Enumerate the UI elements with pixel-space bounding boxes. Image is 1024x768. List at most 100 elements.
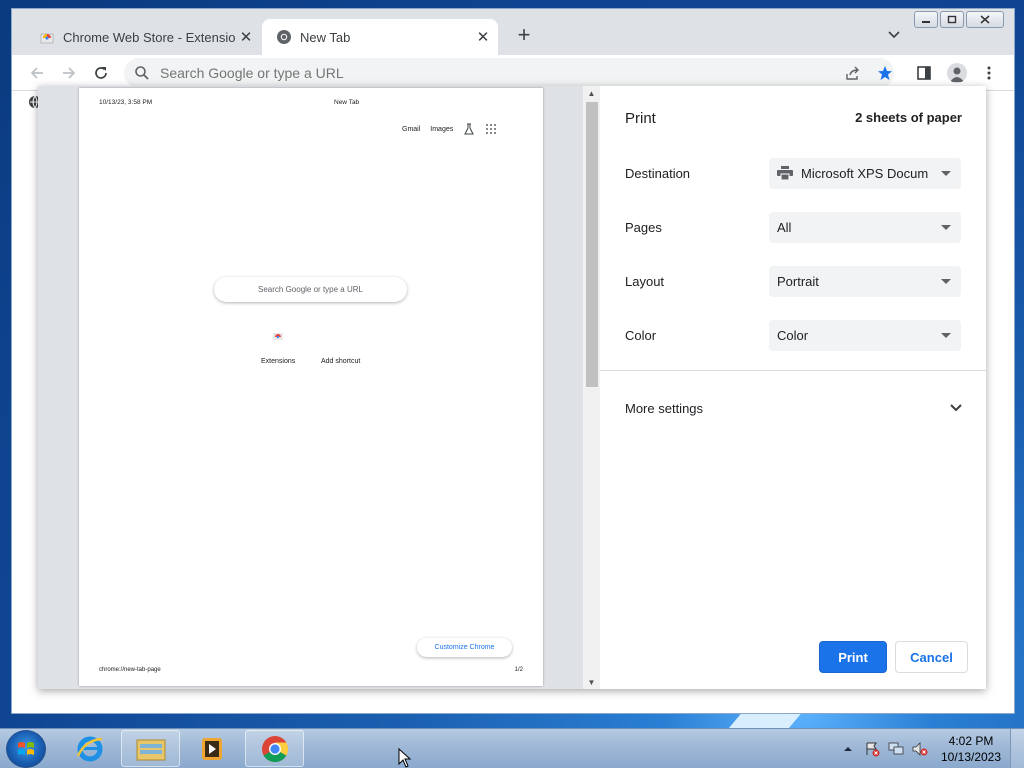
dropdown-arrow-icon bbox=[941, 278, 951, 284]
tab-new-tab[interactable]: New Tab ✕ bbox=[262, 19, 498, 55]
taskbar-media-player[interactable] bbox=[182, 730, 241, 767]
dropdown-arrow-icon bbox=[941, 332, 951, 338]
page-header-title: New Tab bbox=[334, 99, 360, 106]
mouse-cursor-icon bbox=[398, 748, 412, 768]
scroll-down-icon[interactable]: ▼ bbox=[583, 675, 600, 689]
minimize-button[interactable] bbox=[914, 11, 938, 28]
destination-label: Destination bbox=[625, 165, 691, 181]
color-value: Color bbox=[777, 327, 809, 343]
settings-divider bbox=[600, 370, 986, 371]
labs-flask-icon bbox=[464, 123, 475, 135]
media-player-icon bbox=[201, 737, 222, 760]
clock-date: 10/13/2023 bbox=[940, 750, 1002, 764]
windows-logo-icon bbox=[18, 742, 34, 755]
pages-label: Pages bbox=[625, 219, 662, 235]
extensions-shortcut-icon bbox=[273, 333, 283, 340]
layout-label: Layout bbox=[625, 273, 665, 289]
start-button[interactable] bbox=[6, 730, 46, 768]
add-shortcut-label: Add shortcut bbox=[321, 358, 361, 365]
taskbar-internet-explorer[interactable] bbox=[60, 730, 119, 767]
omnibox-input[interactable] bbox=[160, 65, 894, 81]
layout-value: Portrait bbox=[777, 273, 819, 289]
destination-row: Destination Microsoft XPS Docum bbox=[625, 157, 961, 189]
print-button[interactable]: Print bbox=[819, 641, 887, 673]
taskbar-file-explorer[interactable] bbox=[121, 730, 180, 767]
search-icon bbox=[135, 66, 149, 80]
gmail-link: Gmail bbox=[402, 125, 421, 133]
tab-title: Chrome Web Store - Extensions bbox=[63, 29, 235, 45]
maximize-button[interactable] bbox=[940, 11, 964, 28]
extensions-shortcut-label: Extensions bbox=[261, 358, 296, 365]
tab-strip: Chrome Web Store - Extensions ✕ New Tab … bbox=[12, 9, 1014, 55]
preview-top-links: Gmail Images bbox=[402, 123, 497, 135]
pages-value: All bbox=[777, 219, 792, 235]
layout-select[interactable]: Portrait bbox=[769, 265, 961, 297]
side-panel-button[interactable] bbox=[912, 61, 936, 85]
pages-select[interactable]: All bbox=[769, 211, 961, 243]
volume-muted-icon[interactable] bbox=[912, 741, 928, 757]
internet-explorer-icon bbox=[76, 736, 102, 761]
layout-row: Layout Portrait bbox=[625, 265, 961, 297]
window-controls bbox=[914, 11, 1004, 28]
preview-search-box: Search Google or type a URL bbox=[214, 277, 407, 302]
network-icon[interactable] bbox=[888, 741, 904, 757]
more-settings-toggle[interactable]: More settings bbox=[625, 398, 962, 418]
customize-chrome-label: Customize Chrome bbox=[417, 638, 512, 657]
bookmark-button[interactable] bbox=[873, 61, 897, 85]
share-icon bbox=[846, 66, 859, 80]
windows-taskbar: 4:02 PM 10/13/2023 bbox=[0, 728, 1024, 768]
forward-arrow-icon bbox=[63, 67, 76, 79]
restore-icon bbox=[947, 15, 957, 24]
taskbar-clock[interactable]: 4:02 PM 10/13/2023 bbox=[932, 733, 1010, 765]
destination-select[interactable]: Microsoft XPS Docum bbox=[769, 157, 961, 189]
taskbar-chrome[interactable] bbox=[245, 730, 304, 767]
clock-time: 4:02 PM bbox=[948, 734, 994, 748]
avatar bbox=[947, 63, 967, 83]
show-hidden-icons-icon[interactable] bbox=[840, 741, 856, 757]
print-dialog: 10/13/23, 3:58 PM New Tab Gmail Images S… bbox=[38, 86, 986, 689]
chrome-icon bbox=[261, 735, 288, 762]
page-footer-number: 1/2 bbox=[514, 667, 523, 673]
color-label: Color bbox=[625, 327, 657, 343]
destination-value: Microsoft XPS Docum bbox=[801, 165, 929, 181]
tab-title: New Tab bbox=[300, 29, 351, 45]
reload-button[interactable] bbox=[89, 61, 113, 85]
omnibox[interactable] bbox=[124, 58, 894, 88]
profile-button[interactable] bbox=[945, 61, 969, 85]
back-button[interactable] bbox=[25, 61, 49, 85]
preview-scrollbar[interactable]: ▲ ▼ bbox=[583, 86, 600, 689]
sheet-count: 2 sheets of paper bbox=[855, 110, 962, 125]
tab-search-icon[interactable] bbox=[886, 26, 902, 42]
dropdown-arrow-icon bbox=[941, 224, 951, 230]
window-close-button[interactable] bbox=[966, 11, 1004, 28]
print-settings-panel: Print 2 sheets of paper Destination Micr… bbox=[600, 86, 986, 689]
chrome-icon bbox=[277, 30, 291, 44]
apps-grid-icon bbox=[486, 124, 497, 134]
side-panel-icon bbox=[917, 66, 931, 80]
tab-chrome-web-store[interactable]: Chrome Web Store - Extensions ✕ bbox=[25, 19, 261, 55]
print-preview-area: 10/13/23, 3:58 PM New Tab Gmail Images S… bbox=[38, 86, 600, 689]
close-tab-icon[interactable]: ✕ bbox=[235, 26, 257, 48]
printer-icon bbox=[777, 166, 793, 180]
menu-button[interactable] bbox=[977, 61, 1001, 85]
print-title: Print bbox=[625, 110, 656, 127]
close-tab-icon[interactable]: ✕ bbox=[472, 26, 494, 48]
minimize-icon bbox=[922, 20, 930, 23]
share-button[interactable] bbox=[841, 61, 865, 85]
system-tray: 4:02 PM 10/13/2023 bbox=[836, 729, 1024, 768]
folder-icon bbox=[136, 739, 165, 760]
action-center-icon[interactable] bbox=[864, 741, 880, 757]
color-select[interactable]: Color bbox=[769, 319, 961, 351]
scroll-up-icon[interactable]: ▲ bbox=[583, 86, 600, 100]
show-desktop-button[interactable] bbox=[1010, 729, 1024, 768]
color-row: Color Color bbox=[625, 319, 961, 351]
reload-icon bbox=[95, 67, 107, 79]
scroll-thumb[interactable] bbox=[586, 102, 598, 387]
more-vert-icon bbox=[987, 66, 991, 80]
back-arrow-icon bbox=[30, 67, 43, 79]
cancel-button[interactable]: Cancel bbox=[895, 641, 968, 673]
star-icon bbox=[878, 66, 892, 80]
new-tab-button[interactable]: + bbox=[512, 22, 536, 47]
forward-button[interactable] bbox=[57, 61, 81, 85]
chrome-web-store-icon bbox=[40, 33, 54, 44]
